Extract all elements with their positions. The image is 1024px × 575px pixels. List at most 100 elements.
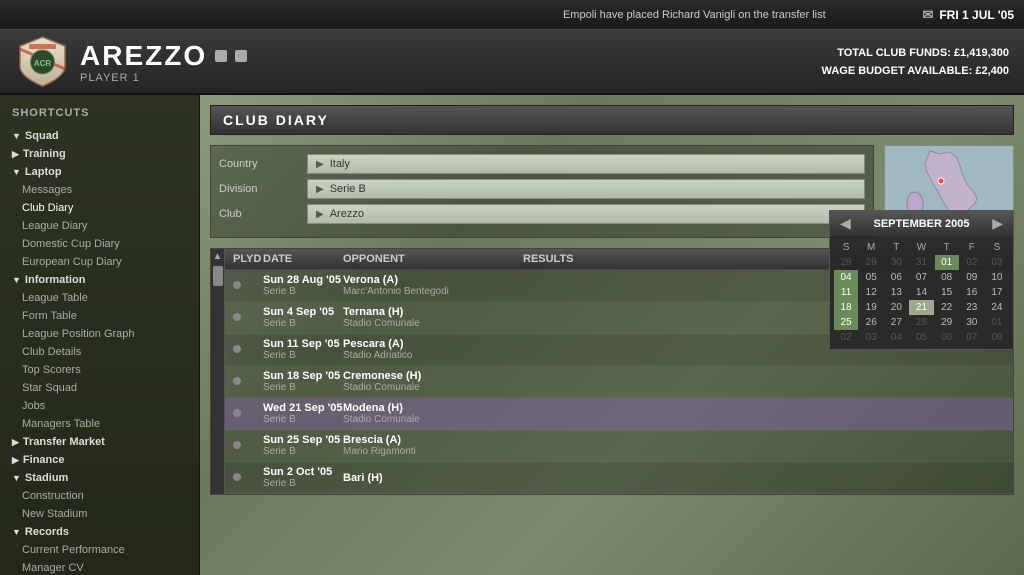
cal-day[interactable]: 07 — [909, 270, 933, 285]
sidebar-item-european-cup-diary[interactable]: European Cup Diary — [0, 253, 199, 271]
sidebar-item-construction[interactable]: Construction — [0, 487, 199, 505]
cal-day[interactable]: 30 — [960, 315, 984, 330]
info-fields: Country ▶ Italy Division ▶ Serie B Club — [210, 145, 874, 238]
sidebar-item-league-table[interactable]: League Table — [0, 289, 199, 307]
sidebar-item-club-details[interactable]: Club Details — [0, 343, 199, 361]
cal-day[interactable]: 06 — [935, 330, 959, 345]
cal-day[interactable]: 18 — [834, 300, 858, 315]
cal-day[interactable]: 29 — [859, 255, 883, 270]
cal-day[interactable]: 10 — [985, 270, 1009, 285]
cal-day[interactable]: 22 — [935, 300, 959, 315]
cal-day[interactable]: 13 — [884, 285, 908, 300]
cal-day[interactable]: 29 — [935, 315, 959, 330]
sidebar-item-information[interactable]: ▼ Information — [0, 271, 199, 289]
cal-day[interactable]: 30 — [884, 255, 908, 270]
sidebar-item-records[interactable]: ▼ Records — [0, 523, 199, 541]
cal-day[interactable]: 08 — [935, 270, 959, 285]
cal-day-selected[interactable]: 21 — [909, 300, 933, 315]
club-name: AREZZO — [80, 40, 207, 72]
col-plyd: PLYD — [233, 253, 263, 265]
sidebar-item-league-position-graph[interactable]: League Position Graph — [0, 325, 199, 343]
cal-day[interactable]: 09 — [960, 270, 984, 285]
calendar-next-button[interactable]: ▶ — [988, 215, 1007, 232]
sidebar-item-top-scorers[interactable]: Top Scorers — [0, 361, 199, 379]
scroll-thumb[interactable] — [213, 266, 223, 286]
sidebar-item-form-table[interactable]: Form Table — [0, 307, 199, 325]
cal-day[interactable]: 03 — [859, 330, 883, 345]
chevron-down-icon-laptop: ▼ — [12, 167, 21, 177]
division-label: Division — [219, 183, 299, 195]
calendar-grid: S M T W T F S 28 29 30 31 01 02 03 — [830, 236, 1013, 349]
sidebar-item-finance[interactable]: ▶ Finance — [0, 451, 199, 469]
cal-day[interactable]: 26 — [859, 315, 883, 330]
cal-day[interactable]: 25 — [834, 315, 858, 330]
match-dot — [233, 408, 263, 420]
cal-day[interactable]: 05 — [859, 270, 883, 285]
division-value[interactable]: ▶ Serie B — [307, 179, 865, 199]
cal-day[interactable]: 16 — [960, 285, 984, 300]
cal-day[interactable]: 27 — [884, 315, 908, 330]
match-row-highlighted[interactable]: Wed 21 Sep '05 Serie B Modena (H) Stadio… — [225, 398, 1013, 430]
cal-day[interactable]: 31 — [909, 255, 933, 270]
mail-icon[interactable]: ✉ — [922, 7, 933, 23]
wage-budget-label: WAGE BUDGET AVAILABLE: — [822, 65, 973, 77]
sidebar-item-jobs[interactable]: Jobs — [0, 397, 199, 415]
sidebar-item-managers-table[interactable]: Managers Table — [0, 415, 199, 433]
sidebar-item-club-diary[interactable]: Club Diary — [0, 199, 199, 217]
calendar-prev-button[interactable]: ◀ — [836, 215, 855, 232]
player-label: PLAYER 1 — [80, 72, 247, 84]
scroll-up-arrow[interactable]: ▲ — [213, 251, 223, 262]
cal-day[interactable]: 04 — [834, 270, 858, 285]
cal-day[interactable]: 03 — [985, 255, 1009, 270]
sidebar-item-league-diary[interactable]: League Diary — [0, 217, 199, 235]
chevron-down-icon-info: ▼ — [12, 275, 21, 285]
match-row[interactable]: Sun 18 Sep '05 Serie B Cremonese (H) Sta… — [225, 366, 1013, 398]
cal-header-t1: T — [884, 240, 908, 255]
cal-day[interactable]: 04 — [884, 330, 908, 345]
cal-day[interactable]: 24 — [985, 300, 1009, 315]
match-opponent: Pescara (A) Stadio Adriatico — [343, 338, 523, 361]
match-date: Wed 21 Sep '05 Serie B — [263, 402, 343, 425]
sidebar-item-transfer-market[interactable]: ▶ Transfer Market — [0, 433, 199, 451]
cal-day[interactable]: 06 — [884, 270, 908, 285]
cal-day[interactable]: 20 — [884, 300, 908, 315]
country-arrow-icon: ▶ — [316, 159, 324, 170]
cal-day[interactable]: 14 — [909, 285, 933, 300]
cal-day[interactable]: 28 — [834, 255, 858, 270]
match-row[interactable]: Sun 25 Sep '05 Serie B Brescia (A) Mario… — [225, 430, 1013, 462]
sidebar-item-star-squad[interactable]: Star Squad — [0, 379, 199, 397]
match-date: Sun 18 Sep '05 Serie B — [263, 370, 343, 393]
club-label: Club — [219, 208, 299, 220]
cal-day[interactable]: 17 — [985, 285, 1009, 300]
cal-day[interactable]: 07 — [960, 330, 984, 345]
club-value[interactable]: ▶ Arezzo — [307, 204, 865, 224]
cal-day[interactable]: 15 — [935, 285, 959, 300]
sidebar-item-training[interactable]: ▶ Training — [0, 145, 199, 163]
cal-day[interactable]: 12 — [859, 285, 883, 300]
cal-day[interactable]: 11 — [834, 285, 858, 300]
cal-day[interactable]: 01 — [935, 255, 959, 270]
cal-day[interactable]: 01 — [985, 315, 1009, 330]
calendar-header: ◀ SEPTEMBER 2005 ▶ — [830, 211, 1013, 236]
sidebar-item-manager-cv[interactable]: Manager CV — [0, 559, 199, 575]
cal-day[interactable]: 02 — [960, 255, 984, 270]
cal-day[interactable]: 28 — [909, 315, 933, 330]
cal-week-2: 04 05 06 07 08 09 10 — [834, 270, 1009, 285]
cal-day[interactable]: 08 — [985, 330, 1009, 345]
sidebar-item-stadium[interactable]: ▼ Stadium — [0, 469, 199, 487]
cal-day[interactable]: 02 — [834, 330, 858, 345]
match-opponent: Brescia (A) Mario Rigamonti — [343, 434, 523, 457]
cal-day[interactable]: 05 — [909, 330, 933, 345]
sidebar: SHORTCUTS ▼ Squad ▶ Training ▼ Laptop Me… — [0, 95, 200, 575]
scroll-bar[interactable]: ▲ — [211, 249, 225, 494]
cal-day[interactable]: 23 — [960, 300, 984, 315]
cal-day[interactable]: 19 — [859, 300, 883, 315]
sidebar-item-current-performance[interactable]: Current Performance — [0, 541, 199, 559]
country-value[interactable]: ▶ Italy — [307, 154, 865, 174]
sidebar-item-domestic-cup-diary[interactable]: Domestic Cup Diary — [0, 235, 199, 253]
match-row[interactable]: Sun 2 Oct '05 Serie B Bari (H) — [225, 462, 1013, 494]
sidebar-item-new-stadium[interactable]: New Stadium — [0, 505, 199, 523]
sidebar-item-squad[interactable]: ▼ Squad — [0, 127, 199, 145]
sidebar-item-messages[interactable]: Messages — [0, 181, 199, 199]
sidebar-item-laptop[interactable]: ▼ Laptop — [0, 163, 199, 181]
